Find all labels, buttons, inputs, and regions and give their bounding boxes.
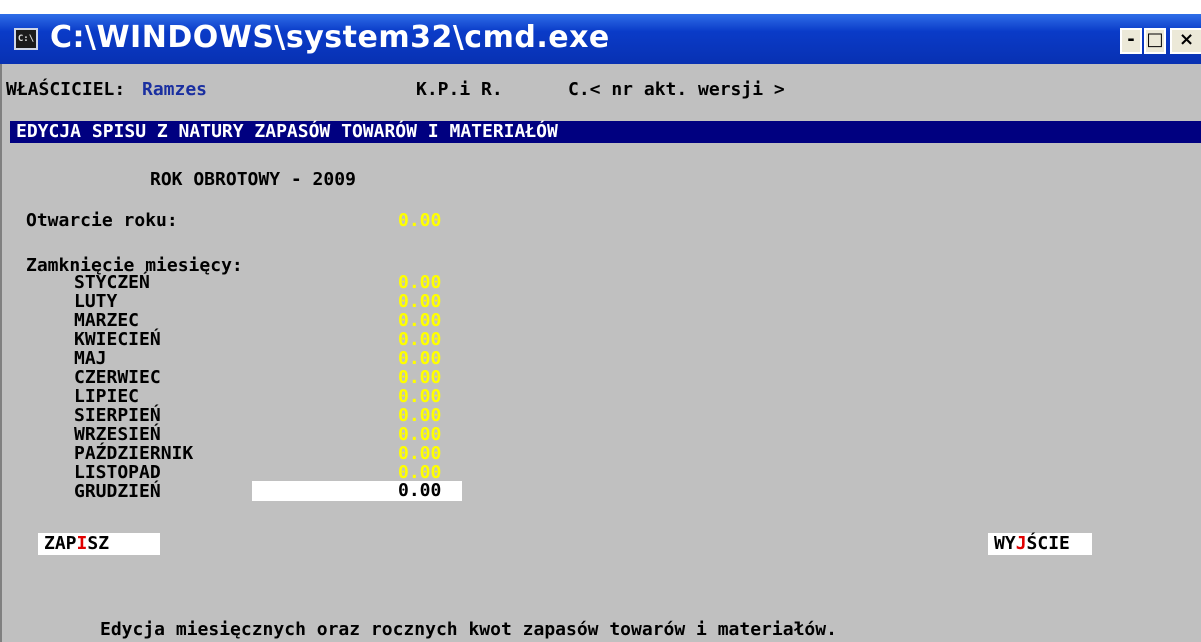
month-value[interactable]: 0.00 bbox=[398, 426, 441, 444]
month-value[interactable]: 0.00 bbox=[398, 388, 441, 406]
save-button[interactable]: ZAPISZ bbox=[38, 533, 160, 555]
month-label: WRZESIEŃ bbox=[74, 424, 161, 445]
month-label: CZERWIEC bbox=[74, 367, 161, 388]
month-label: SIERPIEŃ bbox=[74, 405, 161, 426]
month-label: LIPIEC bbox=[74, 386, 140, 407]
month-value[interactable]: 0.00 bbox=[398, 407, 441, 425]
december-input-value[interactable]: 0.00 bbox=[398, 481, 441, 501]
month-value[interactable]: 0.00 bbox=[398, 331, 441, 349]
console-area: WŁAŚCICIEL: Ramzes K.P.i R. C.< nr akt. … bbox=[0, 64, 1201, 642]
month-label: MARZEC bbox=[74, 310, 140, 331]
window-title-bar[interactable]: C:\ C:\WINDOWS\system32\cmd.exe - □ × bbox=[0, 14, 1201, 64]
month-label: LUTY bbox=[74, 291, 118, 312]
month-value[interactable]: 0.00 bbox=[398, 312, 441, 330]
month-label: STYCZEŃ bbox=[74, 272, 150, 293]
month-value[interactable]: 0.00 bbox=[398, 350, 441, 368]
owner-name: Ramzes bbox=[142, 79, 208, 100]
close-button[interactable]: × bbox=[1170, 28, 1201, 54]
minimize-button[interactable]: - bbox=[1120, 28, 1142, 54]
month-value[interactable]: 0.00 bbox=[398, 445, 441, 463]
month-value[interactable]: 0.00 bbox=[398, 293, 441, 311]
maximize-button[interactable]: □ bbox=[1144, 28, 1166, 54]
cmd-app-icon[interactable]: C:\ bbox=[14, 28, 38, 50]
version-info: C.< nr akt. wersji > bbox=[568, 79, 785, 100]
opening-label: Otwarcie roku: bbox=[26, 210, 178, 231]
owner-label: WŁAŚCICIEL: bbox=[6, 79, 126, 100]
month-value[interactable]: 0.00 bbox=[398, 274, 441, 292]
month-value[interactable]: 0.00 bbox=[398, 369, 441, 387]
opening-value[interactable]: 0.00 bbox=[398, 211, 441, 231]
section-title: EDYCJA SPISU Z NATURY ZAPASÓW TOWARÓW I … bbox=[16, 121, 558, 142]
month-label: GRUDZIEŃ bbox=[74, 481, 161, 502]
month-label: KWIECIEŃ bbox=[74, 329, 161, 350]
month-label: MAJ bbox=[74, 348, 107, 369]
program-name: K.P.i R. bbox=[416, 79, 503, 100]
fiscal-year-label: ROK OBROTOWY - 2009 bbox=[150, 169, 356, 190]
exit-button[interactable]: WYJŚCIE bbox=[988, 533, 1092, 555]
month-label: LISTOPAD bbox=[74, 462, 161, 483]
month-label: PAŹDZIERNIK bbox=[74, 443, 194, 464]
window-title: C:\WINDOWS\system32\cmd.exe bbox=[50, 20, 610, 55]
status-line: Edycja miesięcznych oraz rocznych kwot z… bbox=[100, 619, 837, 640]
